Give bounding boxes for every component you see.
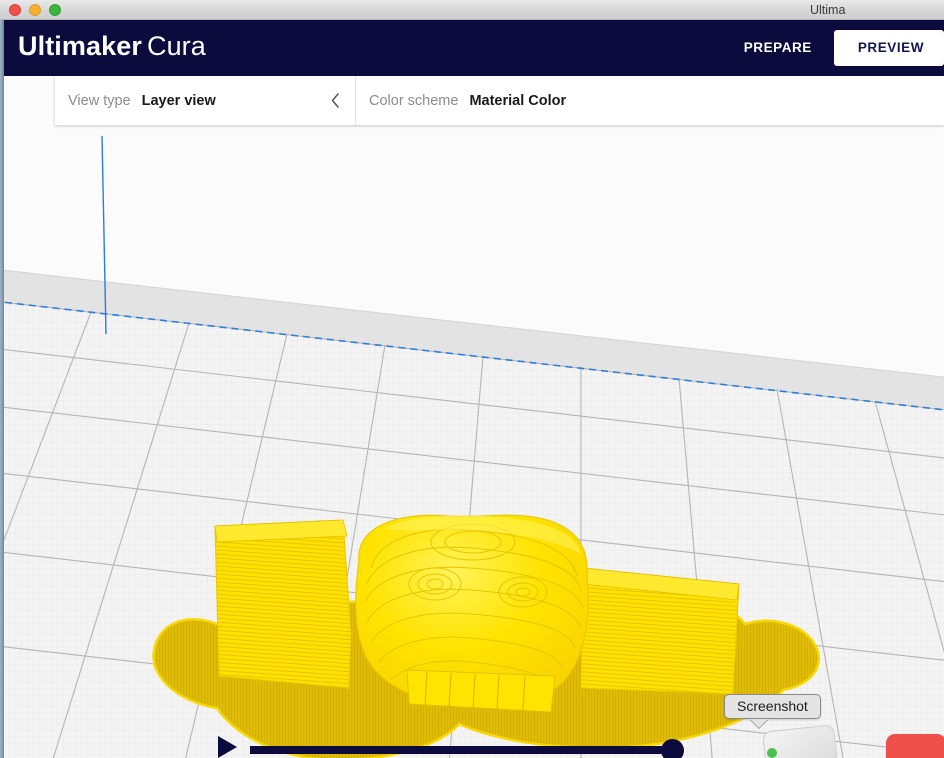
view-type-label: View type (68, 92, 131, 109)
brand-cura-text: Cura (146, 31, 206, 61)
window-title-text: Ultima (810, 3, 846, 17)
3d-build-plate-viewport[interactable] (3, 76, 944, 758)
window-left-border (0, 20, 4, 758)
play-triangle-icon[interactable] (218, 736, 237, 758)
chevron-left-icon[interactable] (330, 76, 341, 125)
view-type-value: Layer view (141, 92, 216, 109)
view-type-row[interactable]: View type Layer view (55, 76, 355, 125)
color-scheme-value: Material Color (469, 92, 567, 109)
red-app-icon[interactable] (886, 734, 944, 758)
tab-prepare[interactable]: PREPARE (722, 20, 834, 76)
screenshot-tooltip-text: Screenshot (724, 694, 821, 719)
color-scheme-row[interactable]: Color scheme Material Color (356, 76, 580, 125)
brand-ultimaker-text: Ultimaker (18, 31, 142, 61)
tooltip-arrow (750, 719, 768, 728)
viewport-scene (3, 76, 944, 758)
color-scheme-label: Color scheme (369, 92, 459, 109)
layer-slider-handle[interactable] (661, 739, 684, 758)
cura-application-window: Ultima Ultimaker Cura PREPARE PREVIEW Vi… (0, 0, 944, 758)
stage-tab-bar: PREPARE PREVIEW (722, 20, 944, 76)
layer-slider-track[interactable] (250, 746, 674, 754)
tab-preview[interactable]: PREVIEW (833, 30, 944, 66)
window-title-bar: Ultima (0, 0, 944, 20)
dock-running-indicator (767, 748, 777, 758)
ultimaker-cura-logo: Ultimaker Cura (18, 31, 206, 62)
model-left-block (214, 519, 352, 689)
application-header-bar: Ultimaker Cura PREPARE PREVIEW (3, 20, 944, 76)
layer-view-settings-panel: View type Layer view Color scheme Materi… (55, 76, 944, 125)
screenshot-tooltip: Screenshot (724, 694, 821, 728)
